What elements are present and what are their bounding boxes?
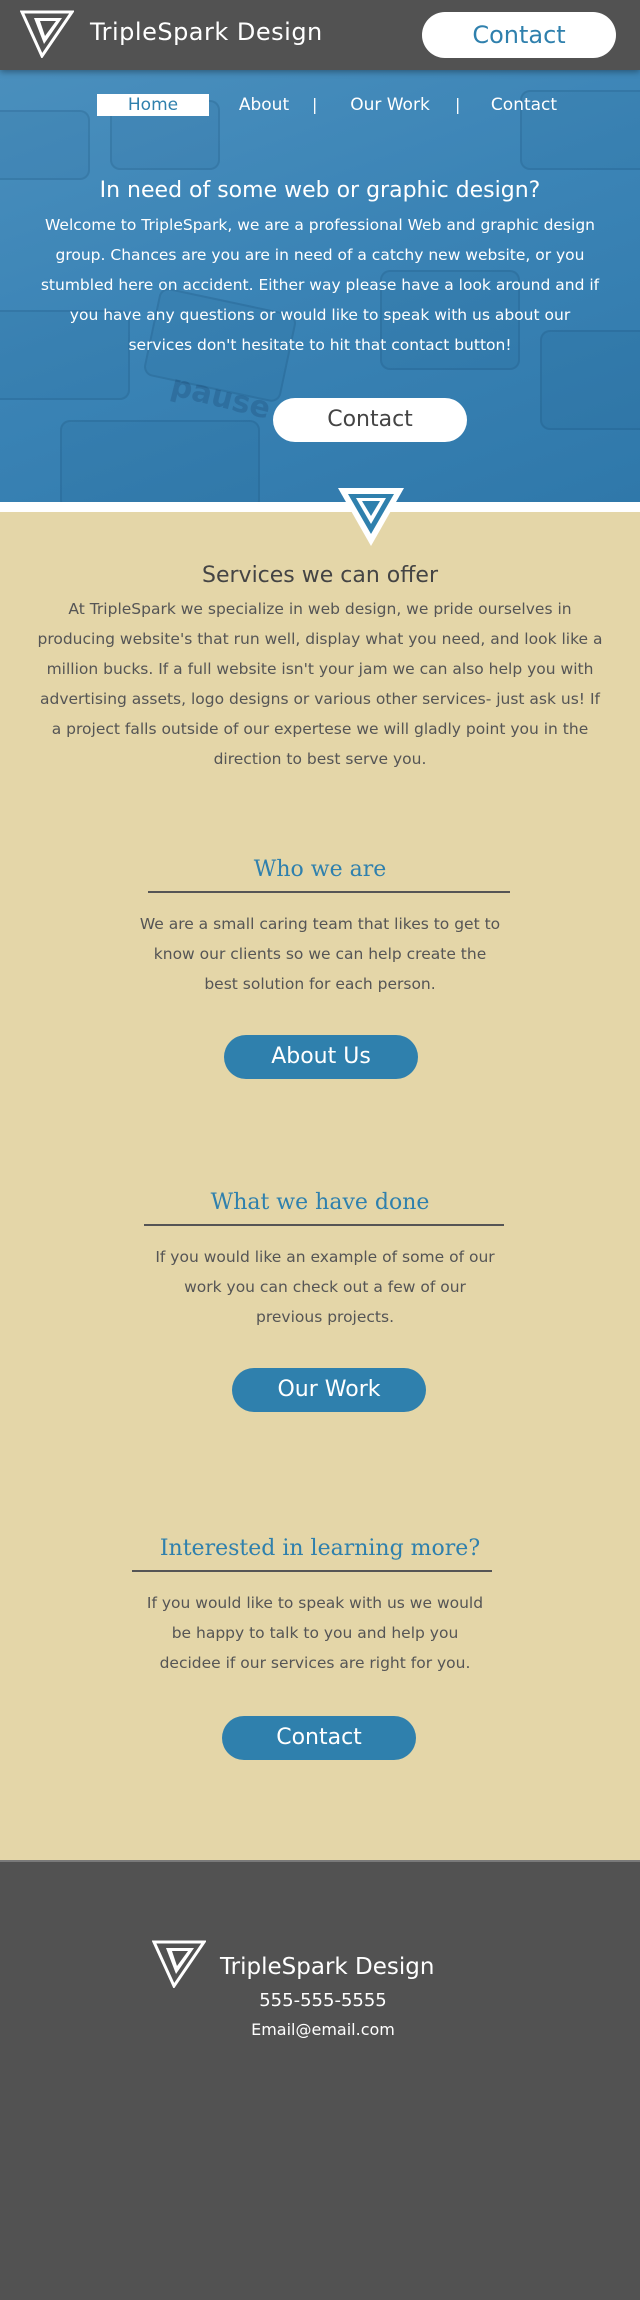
who-we-are-title: Who we are: [253, 857, 387, 882]
keyboard-key-decoration: [60, 420, 260, 502]
brand-name[interactable]: TripleSpark Design: [90, 18, 323, 46]
nav-item-our-work[interactable]: Our Work: [340, 94, 440, 116]
footer-brand-name: TripleSpark Design: [220, 1954, 435, 1980]
what-we-have-done-text: If you would like an example of some of …: [155, 1248, 495, 1326]
hero-title: In need of some web or graphic design?: [99, 178, 541, 203]
learn-more-title: Interested in learning more?: [159, 1536, 481, 1561]
header-contact-button[interactable]: Contact: [422, 12, 616, 58]
title-underline: [148, 891, 510, 893]
what-we-have-done-title: What we have done: [210, 1190, 430, 1215]
nav-item-home[interactable]: Home: [97, 94, 209, 116]
learn-more-text: If you would like to speak with us we wo…: [146, 1594, 484, 1672]
nav-item-contact[interactable]: Contact: [482, 94, 566, 116]
services-title: Services we can offer: [202, 563, 438, 588]
learn-more-contact-button[interactable]: Contact: [222, 1716, 416, 1760]
nav-item-about[interactable]: About: [232, 94, 296, 116]
hero-contact-button[interactable]: Contact: [273, 398, 467, 442]
title-underline: [144, 1224, 504, 1226]
triangle-logo-icon: [152, 1940, 206, 1988]
hero-section: pause Home About | Our Work | Contact In…: [0, 70, 640, 502]
site-header: TripleSpark Design Contact: [0, 0, 640, 70]
title-underline: [132, 1570, 492, 1572]
triangle-logo-icon: [338, 488, 404, 546]
about-us-button[interactable]: About Us: [224, 1035, 418, 1079]
our-work-button[interactable]: Our Work: [232, 1368, 426, 1412]
section-divider: [0, 502, 640, 512]
who-we-are-text: We are a small caring team that likes to…: [139, 915, 501, 993]
keyboard-key-decoration: [0, 110, 90, 180]
services-text: At TripleSpark we specialize in web desi…: [37, 600, 603, 768]
triangle-logo-icon[interactable]: [20, 10, 74, 58]
footer-email[interactable]: Email@email.com: [0, 2020, 640, 2039]
nav-separator: |: [312, 95, 318, 114]
site-footer: TripleSpark Design 555-555-5555 Email@em…: [0, 1860, 640, 2300]
nav-separator: |: [455, 95, 461, 114]
footer-phone[interactable]: 555-555-5555: [0, 1990, 640, 2011]
main-nav: Home About | Our Work | Contact: [0, 94, 640, 116]
hero-text: Welcome to TripleSpark, we are a profess…: [40, 216, 600, 354]
